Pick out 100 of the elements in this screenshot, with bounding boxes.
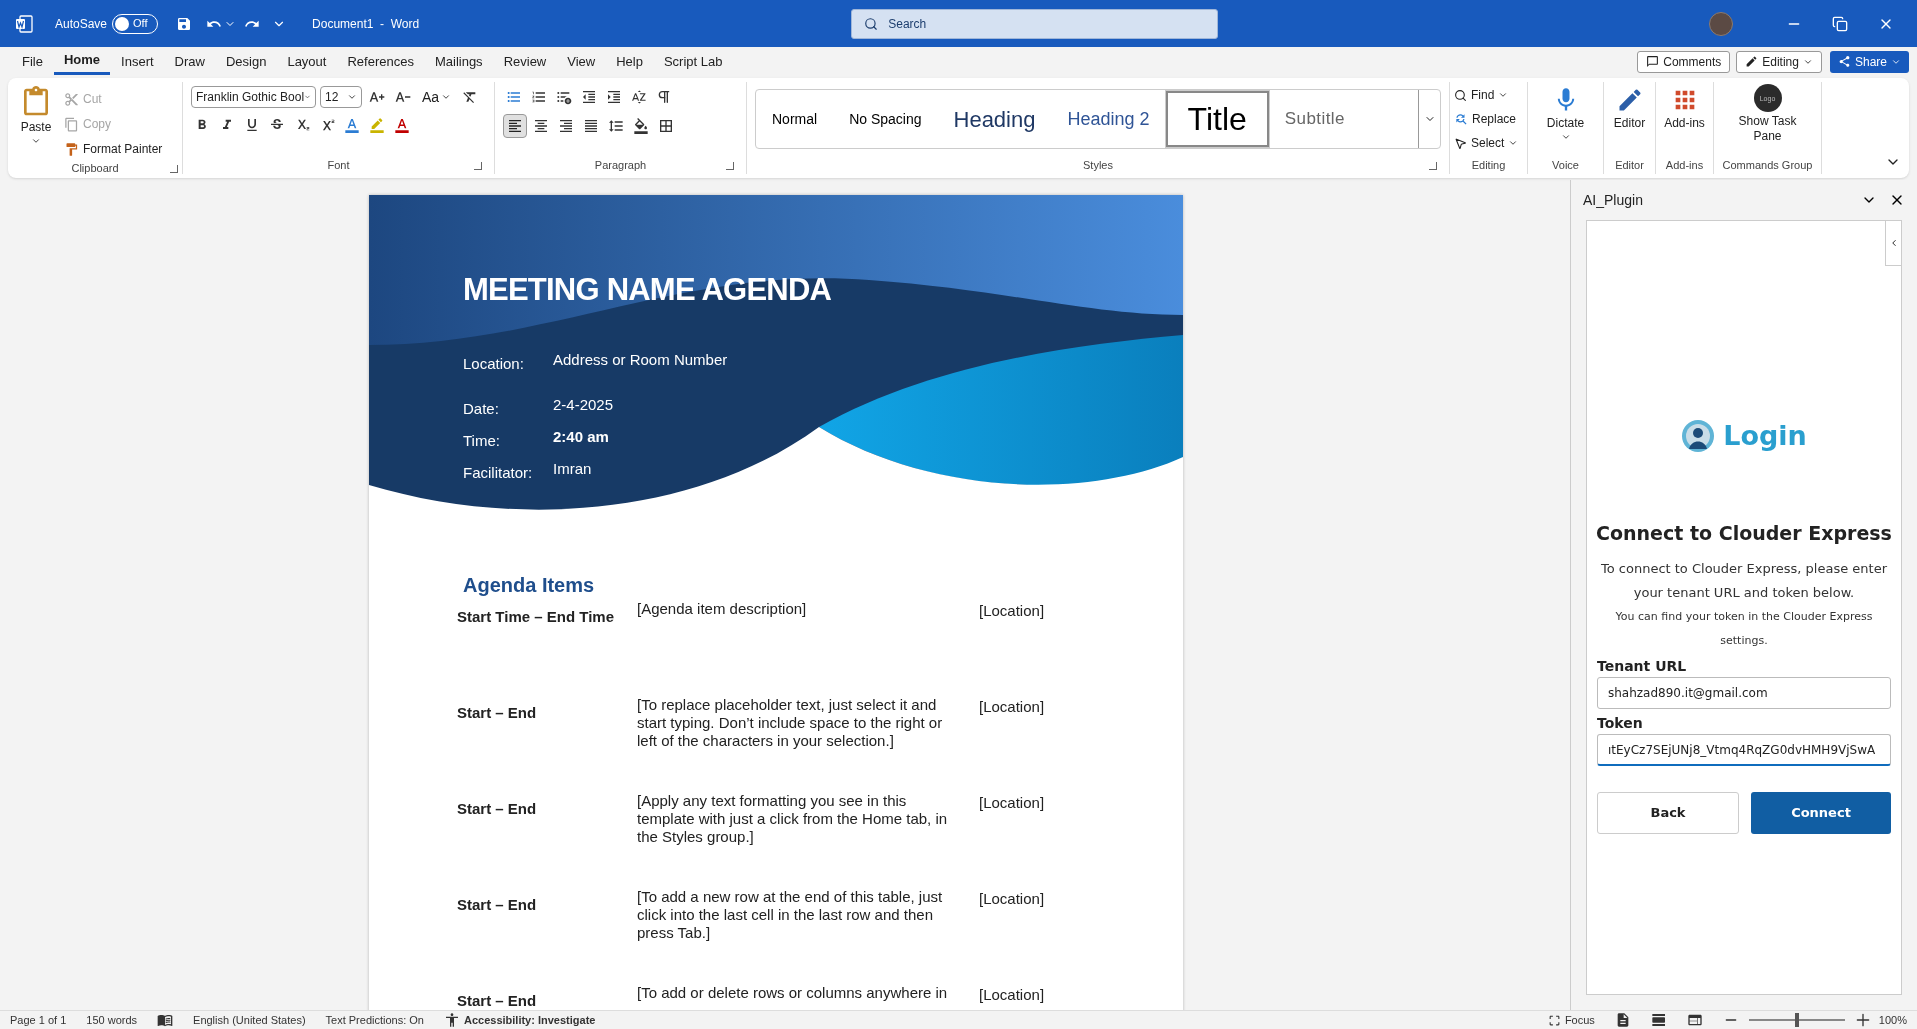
document-title: Document1 - Word (312, 15, 420, 33)
agenda-description: [To add a new row at the end of this table, just click into the last cell in the last row and then press Tab.] (637, 888, 944, 943)
caret-icon (1560, 132, 1571, 142)
caret-icon (1508, 138, 1519, 148)
caret-icon (441, 92, 452, 102)
connect-button[interactable]: Connect (1751, 792, 1891, 834)
dictate-button[interactable]: Dictate (1528, 82, 1603, 156)
word-logo-icon[interactable] (15, 14, 33, 33)
style-option[interactable]: Heading 2 (1051, 91, 1166, 147)
agenda-time: Start – End (457, 895, 538, 915)
align-left-icon[interactable] (503, 114, 527, 138)
editing-mode-button[interactable]: Editing (1736, 50, 1822, 73)
menu-tab[interactable]: Design (215, 48, 277, 75)
menu-tab[interactable]: Mailings (424, 48, 493, 75)
web-layout-icon[interactable] (1686, 1012, 1703, 1028)
zoom-thumb[interactable] (1794, 1013, 1799, 1027)
comments-button[interactable]: Comments (1637, 50, 1731, 73)
menu-tab[interactable]: Help (606, 48, 653, 75)
pointer-icon (1454, 136, 1467, 150)
style-option[interactable]: Normal (756, 91, 834, 147)
agenda-location: [Location] (979, 889, 1045, 909)
font-name-dropdown[interactable]: Franklin Gothic Bool (191, 86, 316, 108)
detail-label: Time: (463, 431, 501, 451)
menu-tab[interactable]: Draw (164, 48, 215, 75)
dialog-launcher-icon[interactable] (474, 162, 482, 170)
change-case-button[interactable]: Aa (418, 86, 456, 108)
menu-tab[interactable]: View (557, 48, 606, 75)
field-label: Token (1597, 714, 1644, 733)
accessibility-status[interactable]: Accessibility: Investigate (464, 1011, 596, 1029)
agenda-time: Start – End (457, 991, 538, 1010)
agenda-description: [Agenda item description] (637, 600, 808, 619)
dialog-launcher-icon[interactable] (726, 162, 734, 170)
dialog-launcher-icon[interactable] (170, 164, 178, 173)
menu-tab[interactable]: Script Lab (653, 48, 733, 75)
detail-label: Date: (463, 399, 500, 419)
editor-button[interactable]: Editor (1604, 82, 1655, 156)
paste-button[interactable]: Paste (16, 86, 56, 160)
agenda-location: [Location] (979, 985, 1045, 1005)
replace-icon (1454, 112, 1468, 126)
share-icon (1837, 55, 1851, 68)
share-button[interactable]: Share (1829, 50, 1909, 73)
select-button[interactable]: Select (1454, 132, 1523, 154)
menu-tab[interactable]: File (12, 48, 53, 75)
print-layout-icon[interactable] (1650, 1012, 1667, 1028)
search-icon (864, 16, 879, 31)
caret-icon (1498, 90, 1509, 100)
word-count[interactable]: 150 words (86, 1011, 138, 1029)
accessibility-icon (444, 1012, 460, 1028)
document-title: MEETING NAME AGENDA (463, 271, 833, 309)
agenda-description: [To replace placeholder text, just select it and start typing. Don’t include space to the right or left of the characters in your selection.] (637, 696, 944, 751)
agenda-description: [Apply any text formatting you see in this template with just a click from the Home tab, in the Styles group.] (637, 792, 949, 847)
replace-button[interactable]: Replace (1454, 108, 1523, 130)
back-button[interactable]: Back (1597, 792, 1739, 834)
hint-text: You can find your token in the Clouder Express settings. (1614, 609, 1874, 649)
menu-tab[interactable]: Home (53, 48, 111, 75)
agenda-time: Start – End (457, 703, 538, 723)
agenda-time: Start Time – End Time (457, 607, 615, 627)
painter-button[interactable]: Format Painter (64, 138, 163, 160)
group-label: Editor (1615, 157, 1644, 173)
autosave-label: AutoSave (55, 15, 108, 33)
zoom-level[interactable]: 100% (1878, 1011, 1907, 1029)
group-label: Clipboard (71, 161, 119, 176)
detail-value: 2-4-2025 (553, 395, 614, 415)
group-label: Paragraph (594, 157, 647, 173)
copy-icon (64, 116, 79, 132)
style-option[interactable]: Heading (937, 91, 1052, 147)
zoom-slider[interactable] (1746, 1013, 1847, 1027)
detail-label: Facilitator: (463, 463, 534, 483)
menu-tab[interactable]: Layout (277, 48, 337, 75)
group-label: Add-ins (1665, 157, 1704, 173)
pane-heading: Connect to Clouder Express (1596, 520, 1892, 546)
caret-icon (31, 136, 41, 146)
book-icon[interactable] (157, 1012, 174, 1028)
detail-value: 2:40 am (553, 427, 609, 447)
detail-value: Address or Room Number (553, 350, 728, 370)
font-size-dropdown[interactable]: 12 (320, 86, 362, 108)
page-count[interactable]: Page 1 of 1 (10, 1011, 67, 1029)
language-status[interactable]: English (United States) (193, 1011, 306, 1029)
find-button[interactable]: Find (1454, 84, 1523, 106)
style-option[interactable]: Subtitle (1268, 91, 1361, 147)
style-option[interactable]: Title (1165, 91, 1269, 147)
add-ins-button[interactable]: Add-ins (1656, 82, 1713, 156)
text-predictions-status[interactable]: Text Predictions: On (325, 1011, 424, 1029)
agenda-time: Start – End (457, 799, 538, 819)
menu-tab[interactable]: Insert (111, 48, 164, 75)
detail-label: Location: (463, 354, 525, 374)
menu-tab[interactable]: References (337, 48, 424, 75)
group-label: Commands Group (1722, 157, 1813, 173)
group-label: Styles (1083, 157, 1113, 173)
focus-button[interactable]: Focus (1547, 1011, 1595, 1029)
text-field[interactable]: ıtEyCz7SEjUNj8_Vtmq4RqZG0dvHMH9VjSwA (1597, 734, 1891, 766)
menu-tab[interactable]: Review (493, 48, 557, 75)
login-logo-text: Login (1723, 419, 1807, 453)
dialog-launcher-icon[interactable] (1429, 162, 1437, 170)
search-field[interactable]: Search (851, 8, 1219, 39)
group-label: Font (327, 157, 350, 173)
agenda-location: [Location] (979, 697, 1045, 717)
text-field[interactable]: shahzad890.it@gmail.com (1597, 677, 1891, 709)
agenda-location: [Location] (979, 601, 1045, 621)
style-option[interactable]: No Spacing (833, 91, 938, 147)
